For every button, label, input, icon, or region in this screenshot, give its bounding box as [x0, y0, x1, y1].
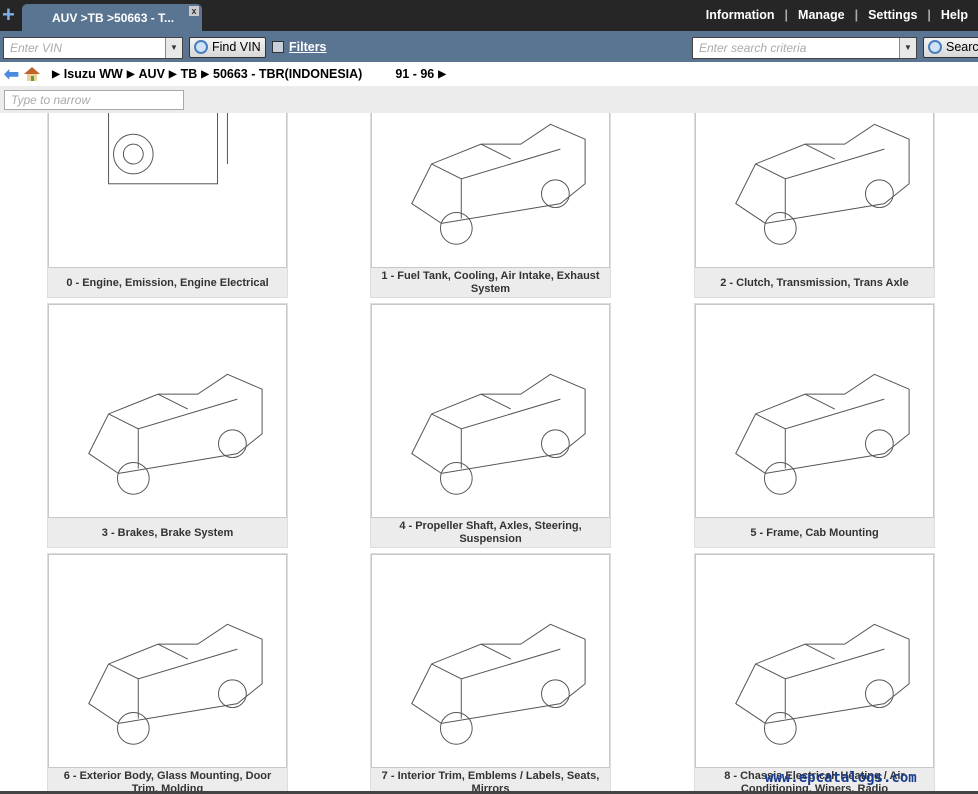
search-icon [194, 40, 208, 54]
search-label: Search [946, 40, 978, 54]
category-label[interactable]: 5 - Frame, Cab Mounting [695, 518, 934, 548]
find-vin-button[interactable]: Find VIN [189, 37, 266, 58]
filter-bar: Type to narrow [0, 86, 978, 113]
breadcrumb: ⬅ ▶ Isuzu WW ▶ AUV ▶ TB ▶ 50663 - TBR(INDONE… [0, 62, 978, 86]
category-illustration[interactable] [48, 554, 287, 768]
narrow-placeholder: Type to narrow [11, 93, 91, 107]
home-icon[interactable] [24, 67, 41, 81]
breadcrumb-arrow-icon: ▶ [168, 68, 177, 80]
category-card[interactable]: 3 - Brakes, Brake System [47, 303, 288, 548]
find-vin-label: Find VIN [212, 40, 261, 54]
breadcrumb-arrow-icon: ▶ [201, 68, 209, 80]
vehicle-diagram [108, 113, 228, 185]
breadcrumb-arrow-icon[interactable]: ▶ [438, 69, 446, 80]
vehicle-diagram [735, 373, 910, 495]
search-placeholder: Enter search criteria [699, 41, 807, 55]
chevron-down-icon[interactable]: ▼ [165, 38, 182, 58]
category-label[interactable]: 7 - Interior Trim, Emblems / Labels, Sea… [371, 768, 610, 791]
breadcrumb-arrow-icon: ▶ [52, 68, 60, 80]
category-grid[interactable]: 0 - Engine, Emission, Engine Electrical 1… [0, 113, 978, 791]
nav-settings[interactable]: Settings [858, 8, 927, 22]
category-label[interactable]: 1 - Fuel Tank, Cooling, Air Intake, Exha… [371, 268, 610, 298]
breadcrumb-item[interactable]: AUV [139, 67, 165, 81]
search-input[interactable]: Enter search criteria ▼ [692, 37, 917, 59]
vehicle-diagram [411, 623, 586, 745]
new-tab-icon[interactable]: + [2, 4, 15, 26]
narrow-input[interactable]: Type to narrow [4, 90, 184, 110]
vehicle-diagram [88, 623, 263, 745]
category-card[interactable]: 7 - Interior Trim, Emblems / Labels, Sea… [370, 553, 611, 791]
breadcrumb-item[interactable]: TB [181, 67, 198, 81]
watermark: www.epcatalogs.com [765, 770, 917, 786]
category-label[interactable]: 0 - Engine, Emission, Engine Electrical [48, 268, 287, 298]
category-illustration[interactable] [695, 304, 934, 518]
search-button[interactable]: Search [923, 37, 978, 58]
category-label[interactable]: 6 - Exterior Body, Glass Mounting, Door … [48, 768, 287, 791]
category-label[interactable]: 2 - Clutch, Transmission, Trans Axle [695, 268, 934, 298]
filters-link[interactable]: Filters [289, 40, 327, 54]
back-arrow-icon[interactable]: ⬅ [4, 64, 19, 85]
category-card[interactable]: 4 - Propeller Shaft, Axles, Steering, Su… [370, 303, 611, 548]
category-card[interactable]: 8 - Chassis Electrical, Heating / Air Co… [694, 553, 935, 791]
close-tab-icon[interactable]: x [189, 6, 199, 16]
category-card[interactable]: 5 - Frame, Cab Mounting [694, 303, 935, 548]
breadcrumb-years: 91 - 96 [395, 67, 435, 81]
nav-help[interactable]: Help [931, 8, 978, 22]
vehicle-diagram [735, 123, 910, 245]
category-illustration[interactable] [48, 304, 287, 518]
breadcrumb-arrow-icon: ▶ [126, 68, 135, 80]
category-label[interactable]: 4 - Propeller Shaft, Axles, Steering, Su… [371, 518, 610, 548]
vin-input[interactable]: Enter VIN ▼ [3, 37, 183, 59]
chevron-down-icon[interactable]: ▼ [899, 38, 916, 58]
top-bar: + AUV >TB >50663 - T... x Information | Ma… [0, 0, 978, 31]
search-icon [928, 40, 942, 54]
tab-current[interactable]: AUV >TB >50663 - T... x [22, 4, 202, 31]
category-card[interactable]: 6 - Exterior Body, Glass Mounting, Door … [47, 553, 288, 791]
category-label[interactable]: 3 - Brakes, Brake System [48, 518, 287, 548]
category-illustration[interactable] [48, 113, 287, 268]
category-illustration[interactable] [371, 304, 610, 518]
vehicle-diagram [88, 373, 263, 495]
category-illustration[interactable] [371, 113, 610, 268]
vin-placeholder: Enter VIN [10, 41, 63, 55]
category-card[interactable]: 0 - Engine, Emission, Engine Electrical [47, 113, 288, 298]
category-illustration[interactable] [371, 554, 610, 768]
vehicle-diagram [735, 623, 910, 745]
toolbar: Enter VIN ▼ Find VIN Enter search criteri… [0, 31, 978, 62]
breadcrumb-item[interactable]: Isuzu WW [64, 67, 123, 81]
category-illustration[interactable] [695, 113, 934, 268]
category-illustration[interactable] [695, 554, 934, 768]
nav-information[interactable]: Information [696, 8, 785, 22]
filters-checkbox[interactable] [272, 41, 284, 53]
vehicle-diagram [411, 373, 586, 495]
top-nav: Information | Manage | Settings | Help [696, 8, 978, 22]
vehicle-diagram [411, 123, 586, 245]
category-card[interactable]: 2 - Clutch, Transmission, Trans Axle [694, 113, 935, 298]
tab-title: AUV >TB >50663 - T... [52, 11, 175, 25]
category-card[interactable]: 1 - Fuel Tank, Cooling, Air Intake, Exha… [370, 113, 611, 298]
breadcrumb-item[interactable]: 50663 - TBR(INDONESIA) [213, 67, 362, 81]
nav-manage[interactable]: Manage [788, 8, 855, 22]
